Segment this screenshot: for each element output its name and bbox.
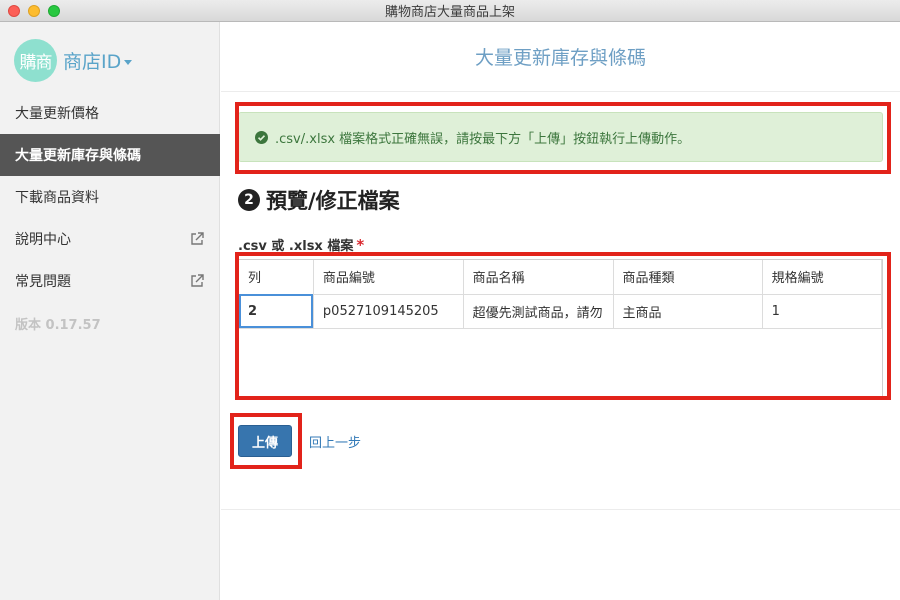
- footer-divider: [221, 509, 900, 510]
- table-row: 2 p0527109145205 超優先測試商品，請勿 主商品 1: [239, 294, 882, 329]
- file-label-text: .csv 或 .xlsx 檔案: [238, 239, 354, 254]
- table-header-row: 列 商品編號 商品名稱 商品種類 規格編號: [239, 260, 882, 295]
- page-title: 大量更新庫存與條碼: [474, 47, 646, 69]
- sidebar-item-label: 說明中心: [15, 232, 71, 248]
- column-header-product-name[interactable]: 商品名稱: [463, 260, 614, 295]
- preview-table: 列 商品編號 商品名稱 商品種類 規格編號 2 p0527109145205 超…: [239, 260, 882, 329]
- sidebar-item-label: 大量更新庫存與條碼: [15, 148, 141, 164]
- check-circle-icon: [255, 131, 268, 144]
- caret-down-icon[interactable]: [124, 59, 133, 65]
- store-switcher[interactable]: 購商 商店ID: [14, 39, 133, 82]
- sidebar: 購商 商店ID 大量更新價格 大量更新庫存與條碼 下載商品資料 說明中心 常見問…: [0, 22, 220, 600]
- sidebar-item-help-center[interactable]: 說明中心: [0, 218, 220, 260]
- alert-message: .csv/.xlsx 檔案格式正確無誤，請按最下方「上傳」按鈕執行上傳動作。: [275, 131, 691, 147]
- main-content: 大量更新庫存與條碼 .csv/.xlsx 檔案格式正確無誤，請按最下方「上傳」按…: [221, 22, 900, 600]
- sidebar-item-bulk-price[interactable]: 大量更新價格: [0, 92, 220, 134]
- table-cell-row-number[interactable]: 2: [239, 294, 314, 329]
- column-header-row-number[interactable]: 列: [239, 260, 314, 295]
- close-window-button[interactable]: [8, 5, 20, 17]
- sidebar-item-faq[interactable]: 常見問題: [0, 260, 220, 302]
- table-cell-product-type[interactable]: 主商品: [613, 294, 763, 329]
- window-title: 購物商店大量商品上架: [384, 5, 515, 20]
- window-controls: [8, 5, 60, 17]
- external-link-icon: [191, 232, 204, 245]
- minimize-window-button[interactable]: [28, 5, 40, 17]
- sidebar-item-label: 常見問題: [15, 274, 71, 290]
- preview-grid[interactable]: 列 商品編號 商品名稱 商品種類 規格編號 2 p0527109145205 超…: [238, 259, 883, 399]
- sidebar-item-label: 下載商品資料: [15, 190, 99, 206]
- sidebar-nav: 大量更新價格 大量更新庫存與條碼 下載商品資料 說明中心 常見問題 版本 0.1…: [0, 92, 220, 344]
- store-id-label[interactable]: 商店ID: [63, 47, 121, 74]
- table-cell-product-name[interactable]: 超優先測試商品，請勿: [463, 294, 614, 329]
- sidebar-item-label: 大量更新價格: [15, 106, 99, 122]
- table-cell-spec-id[interactable]: 1: [762, 294, 882, 329]
- file-field-label: .csv 或 .xlsx 檔案 *: [238, 235, 364, 254]
- window-titlebar: 購物商店大量商品上架: [0, 0, 900, 22]
- sidebar-item-bulk-stock-barcode[interactable]: 大量更新庫存與條碼: [0, 134, 220, 176]
- maximize-window-button[interactable]: [48, 5, 60, 17]
- page-header: 大量更新庫存與條碼: [221, 22, 900, 92]
- sidebar-item-download-products[interactable]: 下載商品資料: [0, 176, 220, 218]
- column-header-product-type[interactable]: 商品種類: [613, 260, 763, 295]
- table-cell-product-id[interactable]: p0527109145205: [313, 294, 464, 329]
- success-alert: .csv/.xlsx 檔案格式正確無誤，請按最下方「上傳」按鈕執行上傳動作。: [238, 112, 883, 162]
- back-link[interactable]: 回上一步: [309, 432, 361, 451]
- external-link-icon: [191, 274, 204, 287]
- store-logo: 購商: [14, 39, 57, 82]
- column-header-spec-id[interactable]: 規格編號: [762, 260, 882, 295]
- upload-button[interactable]: 上傳: [238, 425, 292, 457]
- section-title: 預覽/修正檔案: [266, 189, 400, 213]
- section-heading: 2 預覽/修正檔案: [238, 185, 400, 215]
- column-header-product-id[interactable]: 商品編號: [313, 260, 464, 295]
- app-version: 版本 0.17.57: [15, 317, 101, 333]
- step-number-badge: 2: [238, 189, 260, 211]
- required-asterisk: *: [356, 236, 365, 254]
